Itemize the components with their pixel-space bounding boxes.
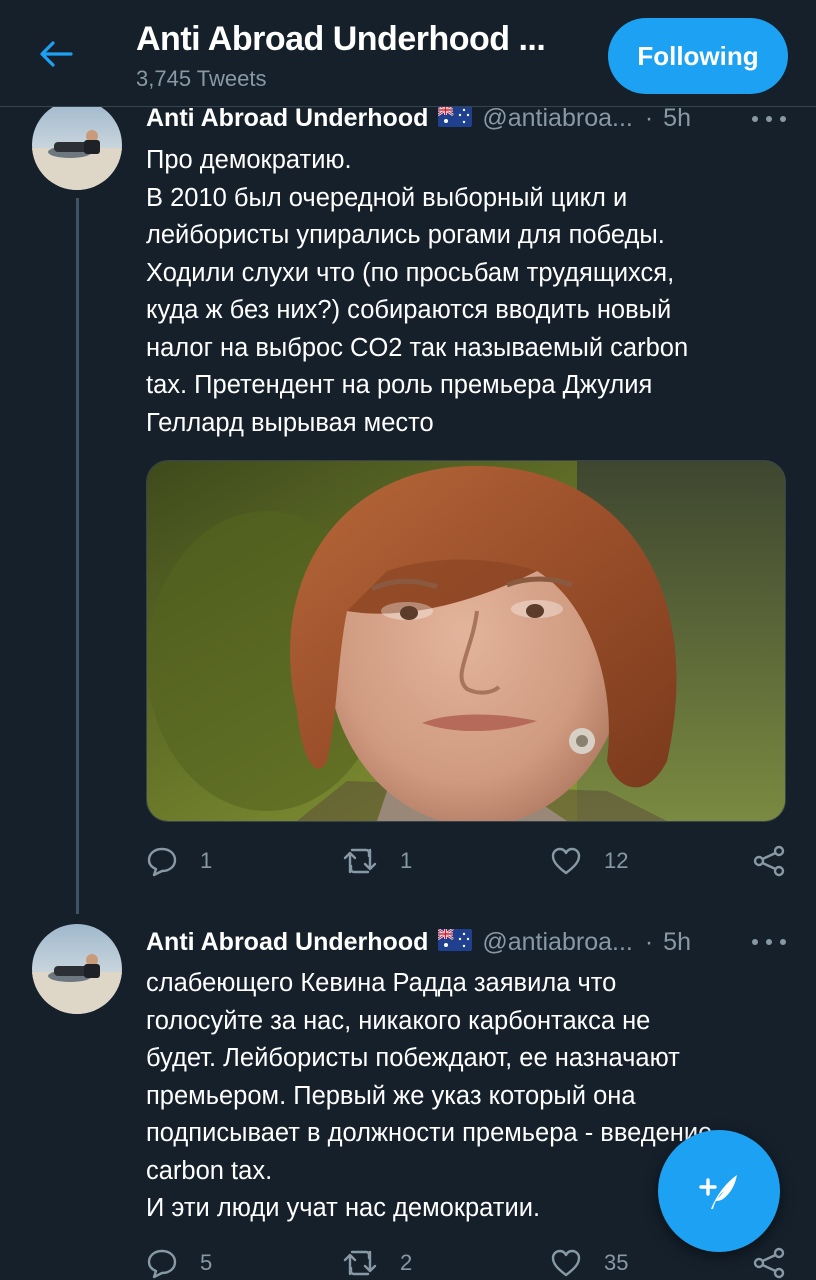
tweets-count: 3,745 Tweets [136, 66, 267, 91]
avatar-image [32, 924, 122, 1014]
separator-dot: · [644, 927, 654, 956]
profile-title: Anti Abroad Underhood ... [136, 20, 546, 58]
avatar[interactable] [32, 924, 122, 1014]
reply-button[interactable]: 5 [146, 1246, 212, 1280]
tweet-line: голосуйте за нас, никакого карбонтакса н… [146, 1006, 651, 1035]
tweet-timestamp[interactable]: 5h [663, 928, 691, 957]
tweet-header: Anti Abroad Underhood @antiabroa... · 5h [146, 925, 691, 959]
profile-header: Anti Abroad Underhood ... 3,745 Tweets F… [0, 0, 816, 107]
share-icon [753, 1247, 785, 1279]
retweet-icon [343, 1250, 377, 1276]
author-handle[interactable]: @antiabroa... [482, 928, 632, 957]
retweet-count: 2 [400, 1250, 413, 1275]
following-button[interactable]: Following [608, 18, 788, 94]
retweet-button[interactable]: 2 [342, 1246, 412, 1280]
author-name[interactable]: Anti Abroad Underhood [146, 928, 428, 957]
more-dots-icon [752, 939, 758, 945]
tweet-actions: 5 2 35 [146, 1246, 790, 1280]
reply-icon [147, 1249, 177, 1279]
like-count: 35 [604, 1250, 629, 1275]
tweet-line: слабеющего Кевина Радда заявила что [146, 969, 617, 997]
reply-count: 5 [200, 1250, 213, 1275]
tweet-line: премьером. Первый же указ который она [146, 1081, 636, 1110]
heart-icon [551, 1249, 581, 1277]
like-button[interactable]: 35 [550, 1246, 628, 1280]
tweet-line: будет. Лейбористы побеждают, ее назначаю… [146, 1044, 680, 1072]
more-options-button[interactable] [752, 932, 786, 952]
compose-tweet-button[interactable] [658, 1130, 780, 1252]
back-arrow-icon [40, 41, 73, 67]
share-button[interactable] [752, 1246, 786, 1280]
back-button[interactable] [32, 30, 80, 78]
tweet[interactable]: Anti Abroad Underhood @antiabroa... · 5h… [0, 0, 816, 1280]
australia-flag-icon [437, 927, 473, 956]
compose-tweet-icon [699, 1175, 737, 1209]
